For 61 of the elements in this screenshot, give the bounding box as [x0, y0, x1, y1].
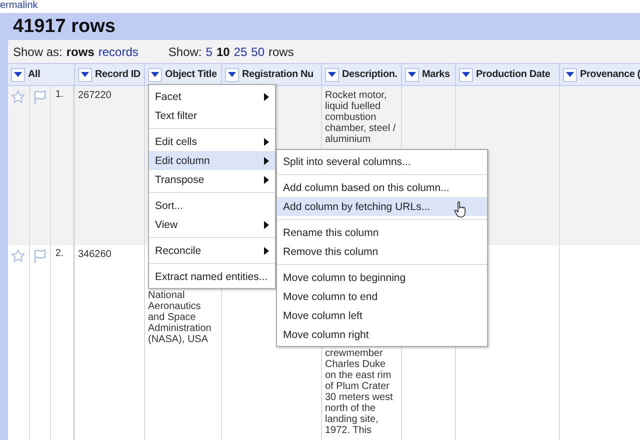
row-index: 1. [55, 89, 64, 102]
table-cell: crewmember Charles Duke on the east rim of Plum Crater 30 meters west north of the landing site, 1972. This [325, 348, 393, 436]
submenu-arrow-icon [264, 92, 269, 100]
submenu-arrow-icon [264, 176, 269, 184]
menu-item[interactable]: Add column based on this column... [277, 178, 487, 197]
page-size-link[interactable]: 25 [234, 44, 248, 58]
submenu-arrow-icon [264, 220, 269, 228]
dropdown-icon[interactable] [228, 72, 236, 77]
menu-item[interactable]: Facet [149, 87, 275, 106]
rows-label: rows [268, 44, 294, 58]
menu-item[interactable]: Sort... [149, 196, 275, 215]
star-icon[interactable] [11, 90, 26, 104]
dropdown-icon[interactable] [151, 72, 159, 77]
table-cell: 267220 [78, 90, 112, 101]
dropdown-icon[interactable] [408, 72, 416, 77]
hand-cursor-icon [454, 201, 467, 218]
menu-item[interactable]: Add column by fetching URLs... [277, 197, 487, 216]
permalink-link[interactable]: ermalink [0, 0, 38, 11]
view-mode-link[interactable]: rows [66, 44, 94, 58]
menu-item[interactable]: Move column left [277, 306, 487, 325]
show-label: Show: [168, 44, 202, 58]
show-as-label: Show as: [13, 44, 62, 58]
column-header[interactable]: Description. [322, 63, 402, 86]
menu-item[interactable]: Move column to end [277, 287, 487, 306]
menu-item[interactable]: View [149, 215, 275, 234]
menu-item[interactable]: Move column to beginning [277, 268, 487, 287]
column-header[interactable]: Record ID [75, 63, 145, 86]
menu-item[interactable]: Text filter [149, 106, 275, 125]
menu-item[interactable]: Edit column [149, 151, 275, 170]
table-cell: 346260 [78, 249, 112, 260]
menu-item[interactable]: Extract named entities... [149, 267, 275, 286]
column-header[interactable]: Registration Nu [222, 63, 322, 86]
submenu-arrow-icon [264, 156, 269, 164]
page-size-link[interactable]: 10 [216, 44, 230, 58]
dropdown-icon[interactable] [328, 72, 336, 77]
menu-item[interactable]: Remove this column [277, 242, 487, 261]
column-header[interactable]: Production Date [456, 63, 560, 86]
dropdown-icon[interactable] [81, 72, 89, 77]
column-header[interactable]: Marks [402, 63, 456, 86]
dropdown-icon[interactable] [462, 72, 470, 77]
menu-item[interactable]: Edit cells [149, 132, 275, 151]
page-size-link[interactable]: 5 [206, 44, 212, 58]
dropdown-icon[interactable] [14, 72, 22, 77]
table-cell: Rocket motor, liquid fuelled combustion chamber, steel / aluminium [325, 90, 396, 145]
submenu-arrow-icon [264, 246, 269, 254]
submenu-arrow-icon [264, 138, 269, 146]
menu-item[interactable]: Transpose [149, 170, 275, 189]
column-header[interactable]: Object Title [145, 63, 222, 86]
star-icon[interactable] [11, 249, 26, 263]
menu-item[interactable]: Split into several columns... [277, 152, 487, 171]
menu-item[interactable]: Rename this column [277, 223, 487, 242]
dropdown-icon[interactable] [566, 72, 574, 77]
row-index: 2. [55, 248, 64, 261]
menu-item[interactable]: Move column right [277, 325, 487, 344]
view-mode-link[interactable]: records [98, 44, 138, 58]
menu-item[interactable]: Reconcile [149, 241, 275, 260]
row-count-title: 41917 rows [13, 16, 116, 38]
page-size-link[interactable]: 50 [251, 44, 265, 58]
column-header[interactable]: All [8, 63, 75, 86]
column-header[interactable]: Provenance ( [560, 63, 640, 86]
table-cell: National Aeronautics and Space Administration (NASA), USA [148, 290, 212, 345]
